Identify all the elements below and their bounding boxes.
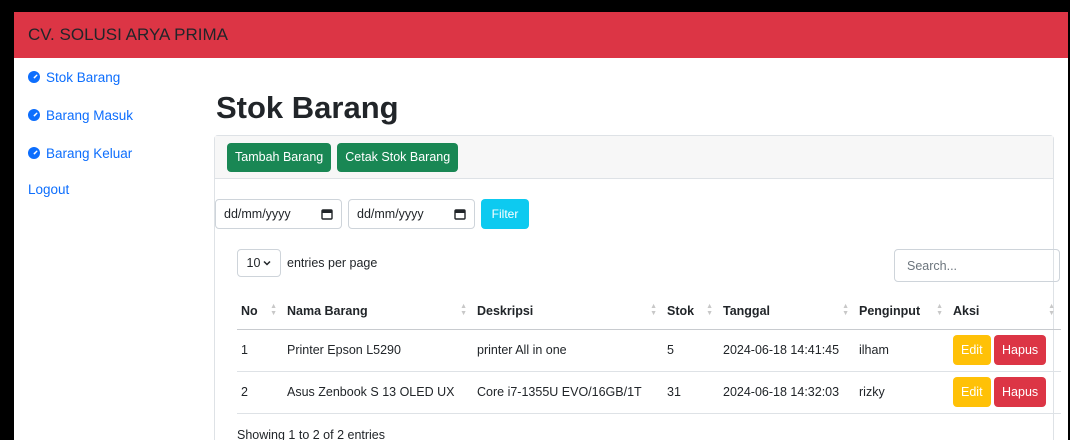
date-placeholder: dd/mm/yyyy: [357, 207, 424, 221]
calendar-icon[interactable]: [321, 208, 333, 220]
per-page-value: 10: [246, 256, 261, 270]
table-row: 1 Printer Epson L5290 printer All in one…: [237, 329, 1061, 372]
sort-icon: ▲ ▼: [842, 303, 849, 317]
stock-card: Tambah Barang Cetak Stok Barang dd/mm/yy…: [214, 135, 1061, 440]
sort-icon: ▲ ▼: [270, 303, 277, 317]
top-navbar: CV. SOLUSI ARYA PRIMA: [14, 12, 1068, 58]
sort-icon: ▲ ▼: [650, 303, 657, 317]
sidebar-item-stok-barang[interactable]: Stok Barang: [14, 58, 200, 96]
cell-deskripsi: printer All in one: [473, 329, 663, 372]
edit-button[interactable]: Edit: [953, 377, 991, 407]
cell-aksi: Edit Hapus: [949, 329, 1061, 372]
cell-stok: 5: [663, 329, 719, 372]
cell-tanggal: 2024-06-18 14:32:03: [719, 371, 855, 414]
sidebar-item-barang-masuk[interactable]: Barang Masuk: [14, 96, 200, 134]
brand-title[interactable]: CV. SOLUSI ARYA PRIMA: [28, 25, 228, 44]
print-stock-button[interactable]: Cetak Stok Barang: [337, 142, 459, 172]
edit-button[interactable]: Edit: [953, 335, 991, 365]
per-page-label: entries per page: [287, 256, 378, 270]
card-header: Tambah Barang Cetak Stok Barang: [215, 136, 1053, 179]
sort-icon: ▲ ▼: [1048, 303, 1055, 317]
add-item-button[interactable]: Tambah Barang: [227, 142, 332, 172]
stock-table: No ▲ ▼ Nama Barang ▲ ▼ Deskripsi ▲ ▼ Stok ▲ ▼ Ta…: [237, 293, 1061, 414]
search-input[interactable]: Search...: [894, 249, 1060, 282]
cell-no: 1: [237, 329, 283, 372]
cell-penginput: rizky: [855, 371, 949, 414]
delete-button[interactable]: Hapus: [994, 377, 1047, 407]
column-header-aksi[interactable]: Aksi ▲ ▼: [949, 293, 1061, 330]
cell-stok: 31: [663, 371, 719, 414]
column-header-penginput[interactable]: Penginput ▲ ▼: [855, 293, 949, 330]
column-header-nama-barang[interactable]: Nama Barang ▲ ▼: [283, 293, 473, 330]
sidebar-item-barang-keluar[interactable]: Barang Keluar: [14, 134, 200, 172]
table-row: 2 Asus Zenbook S 13 OLED UX Core i7-1355…: [237, 371, 1061, 414]
page-title: Stok Barang: [216, 90, 399, 125]
dashboard-icon: [28, 71, 40, 83]
cell-deskripsi: Core i7-1355U EVO/16GB/1T: [473, 371, 663, 414]
calendar-icon[interactable]: [454, 208, 466, 220]
sidebar: Stok Barang Barang Masuk Barang Keluar L…: [14, 58, 200, 440]
date-placeholder: dd/mm/yyyy: [224, 207, 291, 221]
browser-window: CV. SOLUSI ARYA PRIMA Stok Barang Barang…: [14, 12, 1068, 440]
sidebar-item-label: Stok Barang: [46, 69, 121, 85]
cell-penginput: ilham: [855, 329, 949, 372]
cell-nama-barang: Printer Epson L5290: [283, 329, 473, 372]
main-content: Stok Barang Tambah Barang Cetak Stok Bar…: [200, 58, 1068, 440]
column-header-no[interactable]: No ▲ ▼: [237, 293, 283, 330]
per-page-select[interactable]: 10: [237, 249, 281, 277]
delete-button[interactable]: Hapus: [994, 335, 1047, 365]
cell-nama-barang: Asus Zenbook S 13 OLED UX: [283, 371, 473, 414]
entries-per-page: 10 entries per page: [237, 249, 377, 277]
filter-button[interactable]: Filter: [481, 199, 529, 229]
date-filter-row: dd/mm/yyyy dd/mm/yyyy Filter: [215, 199, 529, 229]
dashboard-icon: [28, 109, 40, 121]
sort-icon: ▲ ▼: [706, 303, 713, 317]
column-header-deskripsi[interactable]: Deskripsi ▲ ▼: [473, 293, 663, 330]
date-to-input[interactable]: dd/mm/yyyy: [348, 199, 475, 229]
column-header-stok[interactable]: Stok ▲ ▼: [663, 293, 719, 330]
table-info: Showing 1 to 2 of 2 entries: [237, 428, 386, 440]
sidebar-item-label: Barang Masuk: [46, 107, 134, 123]
sidebar-item-label: Barang Keluar: [46, 145, 133, 161]
cell-no: 2: [237, 371, 283, 414]
search-placeholder: Search...: [907, 258, 958, 273]
column-header-tanggal[interactable]: Tanggal ▲ ▼: [719, 293, 855, 330]
dashboard-icon: [28, 147, 40, 159]
cell-aksi: Edit Hapus: [949, 371, 1061, 414]
sort-icon: ▲ ▼: [936, 303, 943, 317]
sort-icon: ▲ ▼: [460, 303, 467, 317]
chevron-down-icon: [263, 260, 271, 266]
date-from-input[interactable]: dd/mm/yyyy: [215, 199, 342, 229]
cell-tanggal: 2024-06-18 14:41:45: [719, 329, 855, 372]
logout-link[interactable]: Logout: [14, 172, 200, 210]
table-header-row: No ▲ ▼ Nama Barang ▲ ▼ Deskripsi ▲ ▼ Stok ▲ ▼ Ta…: [237, 293, 1061, 330]
